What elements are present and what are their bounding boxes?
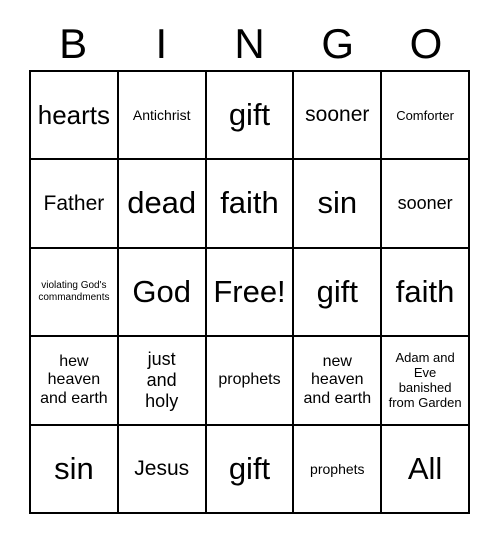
bingo-cell-b4[interactable]: hew heaven and earth [31, 337, 119, 426]
bingo-cell-o3[interactable]: faith [382, 248, 470, 338]
bingo-cell-label: hearts [37, 100, 111, 131]
bingo-cell-b2[interactable]: Father [31, 160, 119, 249]
bingo-cell-label: faith [395, 273, 455, 309]
bingo-cell-label: prophets [218, 371, 281, 389]
bingo-cell-label: dead [127, 185, 197, 221]
bingo-header-letter-g: G [321, 20, 355, 67]
bingo-cell-label: new heaven and earth [303, 352, 372, 407]
bingo-header-letter-o: O [409, 20, 443, 67]
bingo-cell-label: just and holy [145, 348, 179, 411]
bingo-cell-label: gift [228, 450, 271, 486]
bingo-cell-label: All [407, 450, 443, 486]
bingo-cell-label: violating God's commandments [38, 280, 110, 303]
bingo-cell-n1[interactable]: gift [206, 72, 295, 161]
bingo-cell-n2[interactable]: faith [206, 160, 295, 249]
bingo-header-letter-i: I [155, 20, 168, 67]
bingo-cell-label: Jesus [134, 457, 190, 481]
bingo-cell-i5[interactable]: Jesus [118, 425, 207, 514]
bingo-cell-label: Comforter [396, 107, 454, 123]
bingo-cell-label: Antichrist [132, 107, 191, 124]
bingo-cell-n4[interactable]: prophets [206, 337, 295, 426]
bingo-cell-n5[interactable]: gift [206, 425, 295, 514]
bingo-cell-g5[interactable]: prophets [294, 425, 383, 514]
bingo-header-letter-b: B [59, 20, 88, 67]
bingo-cell-label: hew heaven and earth [40, 352, 108, 407]
bingo-cell-label: sooner [397, 192, 453, 213]
bingo-cell-label: faith [220, 185, 279, 221]
bingo-cell-label: sooner [305, 103, 370, 127]
bingo-cell-g3[interactable]: gift [294, 248, 383, 338]
bingo-cell-label: God [132, 273, 191, 309]
bingo-header-letter-n: N [234, 20, 265, 67]
bingo-free-space-label: Free! [213, 273, 286, 309]
bingo-cell-i2[interactable]: dead [118, 160, 207, 249]
bingo-header-row: B I N G O [29, 18, 470, 70]
bingo-cell-o4[interactable]: Adam and Eve banished from Garden [382, 337, 470, 426]
bingo-cell-label: gift [316, 273, 358, 309]
bingo-cell-b5[interactable]: sin [31, 425, 119, 514]
bingo-cell-o1[interactable]: Comforter [382, 72, 470, 161]
bingo-cell-i3[interactable]: God [118, 248, 207, 338]
bingo-cell-i4[interactable]: just and holy [118, 337, 207, 426]
bingo-cell-o5[interactable]: All [382, 425, 470, 514]
bingo-grid: hearts Antichrist gift sooner Comforter … [29, 70, 470, 514]
bingo-cell-b1[interactable]: hearts [31, 72, 119, 161]
bingo-cell-label: prophets [310, 460, 365, 477]
bingo-cell-label: gift [228, 96, 271, 132]
bingo-cell-label: sin [317, 185, 358, 221]
bingo-cell-label: Father [43, 191, 105, 215]
bingo-card: B I N G O hearts Antichrist gift sooner … [0, 0, 500, 544]
bingo-cell-g1[interactable]: sooner [294, 72, 383, 161]
bingo-cell-g2[interactable]: sin [294, 160, 383, 249]
bingo-cell-i1[interactable]: Antichrist [118, 72, 207, 161]
bingo-cell-g4[interactable]: new heaven and earth [294, 337, 383, 426]
bingo-cell-o2[interactable]: sooner [382, 160, 470, 249]
bingo-cell-free-space[interactable]: Free! [206, 248, 295, 338]
bingo-cell-label: Adam and Eve banished from Garden [388, 350, 462, 411]
bingo-cell-b3[interactable]: violating God's commandments [31, 248, 119, 338]
bingo-cell-label: sin [54, 450, 94, 486]
